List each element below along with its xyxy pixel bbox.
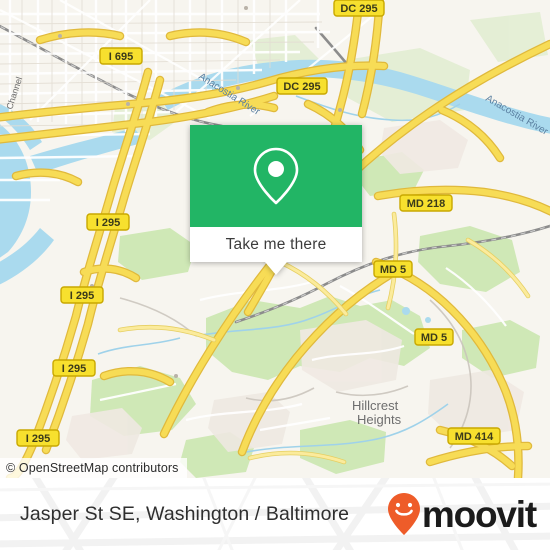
highway-shield-label: MD 5	[380, 264, 406, 276]
take-me-there-label: Take me there	[225, 235, 327, 253]
highway-shield: DC 295	[333, 0, 385, 17]
highway-shield-label: MD 5	[421, 332, 447, 344]
location-popup[interactable]: Take me there	[190, 125, 362, 275]
highway-shield-label: I 295	[70, 290, 94, 302]
highway-shield: MD 414	[447, 427, 501, 445]
highway-shield-label: I 695	[109, 51, 133, 63]
highway-shield-label: I 295	[96, 217, 120, 229]
highway-shield: MD 218	[399, 194, 453, 212]
highway-shield-label: MD 218	[407, 198, 446, 210]
moovit-pin-icon	[387, 493, 420, 535]
popup-pin-panel	[190, 125, 362, 227]
highway-shield-label: DC 295	[283, 81, 320, 93]
highway-shield: I 295	[60, 286, 104, 304]
highway-shield-label: I 295	[26, 433, 50, 445]
moovit-logo[interactable]: moovit	[387, 492, 537, 536]
highway-shield: I 295	[52, 359, 96, 377]
map-label: Heights	[357, 412, 402, 427]
map-pin-icon	[253, 147, 299, 205]
bottom-info-bar: Jasper St SE, Washington / Baltimore moo…	[0, 478, 550, 550]
osm-attribution-text: © OpenStreetMap contributors	[6, 461, 179, 475]
map-canvas[interactable]: Channel Anacostia River Anacostia River Hil…	[0, 0, 550, 478]
highway-shield-label: I 295	[62, 363, 86, 375]
popup-tail	[265, 262, 287, 275]
highway-shield: DC 295	[276, 77, 328, 95]
highway-shield: MD 5	[414, 328, 454, 346]
moovit-wordmark: moovit	[421, 493, 537, 535]
highway-shield: MD 5	[373, 260, 413, 278]
take-me-there-button[interactable]: Take me there	[190, 227, 362, 262]
highway-shield: I 295	[16, 429, 60, 447]
highway-shield: I 295	[86, 213, 130, 231]
map-label: Hillcrest	[352, 398, 399, 413]
osm-attribution[interactable]: © OpenStreetMap contributors	[0, 458, 187, 478]
highway-shield-label: DC 295	[340, 3, 377, 15]
highway-shield: I 695	[99, 47, 143, 65]
place-name-label: Jasper St SE, Washington / Baltimore	[20, 502, 350, 525]
highway-shield-label: MD 414	[455, 431, 494, 443]
